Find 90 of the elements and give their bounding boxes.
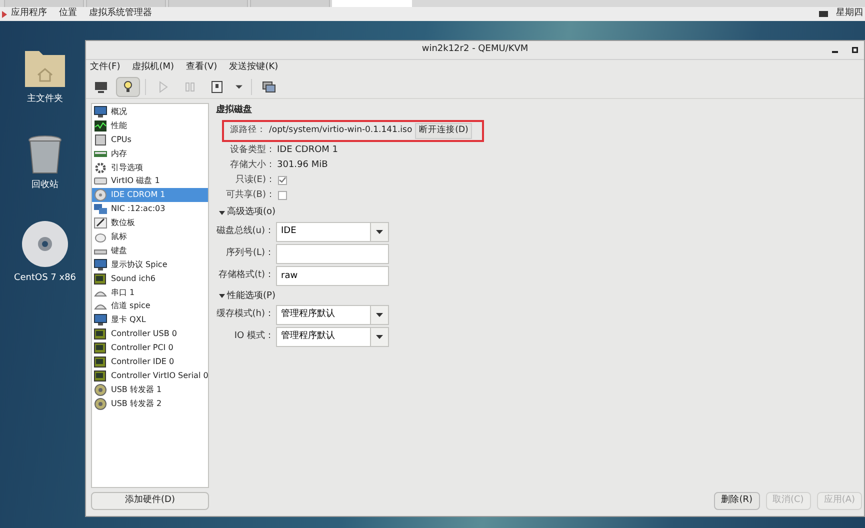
menu-item[interactable]: 虚拟机(M): [132, 60, 174, 74]
maximize-icon[interactable]: [852, 47, 858, 53]
card-icon: [94, 342, 107, 354]
field-label: IO 模式：: [233, 330, 275, 344]
field-label: 存储格式(t)：: [217, 268, 275, 282]
panel-menu[interactable]: 虚拟系统管理器: [89, 7, 152, 21]
disc-icon: [21, 220, 69, 268]
card-icon: [94, 272, 107, 285]
hardware-list-item[interactable]: VirtIO 磁盘 1: [92, 174, 208, 188]
dialog-button[interactable]: 删除(R): [714, 492, 760, 510]
hardware-list-item[interactable]: Controller VirtIO Serial 0: [92, 368, 208, 383]
input-field[interactable]: [276, 244, 389, 264]
card-icon: [94, 356, 107, 368]
desktop-icon-label[interactable]: 主文件夹: [27, 93, 63, 106]
monitor-icon: [94, 258, 107, 271]
hardware-list-item[interactable]: Controller PCI 0: [92, 341, 208, 356]
caret-icon: [219, 294, 225, 298]
check-icon: [279, 177, 286, 184]
hardware-list-item[interactable]: 信道 spice: [92, 299, 208, 314]
info-label: 设备类型：: [229, 144, 275, 156]
window-title: win2k12r2 - QEMU/KVM: [422, 43, 528, 56]
hardware-list-item[interactable]: 鼠标: [92, 230, 208, 244]
card-icon: [94, 370, 107, 382]
monitor-icon: [94, 314, 107, 326]
caret-icon: [376, 335, 383, 339]
info-value: IDE CDROM 1: [277, 144, 338, 156]
source-path-value: /opt/system/virtio-win-0.1.141.iso: [269, 124, 412, 137]
dropdown[interactable]: 管理程序默认: [276, 305, 389, 325]
mouse-icon: [94, 230, 107, 243]
dropdown[interactable]: IDE: [276, 222, 389, 242]
pause-icon: [183, 80, 197, 94]
hardware-list-item[interactable]: 显示协议 Spice: [92, 258, 208, 272]
menu-item[interactable]: 发送按键(K): [229, 60, 278, 74]
caret-icon: [376, 230, 383, 234]
disconnect-button[interactable]: 断开连接(D): [415, 122, 472, 138]
checkbox[interactable]: [278, 190, 287, 200]
panel-menu[interactable]: 位置: [59, 7, 77, 21]
apps-icon: [2, 10, 7, 18]
hardware-list-item[interactable]: CPUs: [92, 132, 208, 147]
checkbox[interactable]: [278, 176, 287, 185]
hardware-list-item[interactable]: Controller USB 0: [92, 327, 208, 342]
dropdown[interactable]: 管理程序默认: [276, 327, 389, 347]
hardware-list-item[interactable]: 显卡 QXL: [92, 313, 208, 328]
hardware-list-item[interactable]: 串口 1: [92, 286, 208, 300]
hardware-list-item[interactable]: 内存: [92, 146, 208, 161]
hardware-list-item[interactable]: Sound ich6: [92, 272, 208, 286]
field-label: 缓存模式(h)：: [216, 308, 275, 322]
hardware-list-item[interactable]: 引导选项: [92, 160, 208, 174]
disc-icon: [94, 189, 107, 202]
caret-icon: [376, 313, 383, 317]
menu-item[interactable]: 查看(V): [186, 60, 218, 74]
panel-menu[interactable]: 应用程序: [11, 7, 47, 21]
source-path-label: 源路径：: [230, 124, 266, 137]
monitor-icon: [94, 80, 108, 94]
info-value: 301.96 MiB: [277, 158, 328, 172]
section-heading: 虚拟磁盘: [216, 104, 253, 117]
hardware-list-item[interactable]: 性能: [92, 118, 208, 133]
expander[interactable]: 性能选项(P): [219, 290, 276, 303]
lightbulb-icon: [121, 80, 135, 94]
expander[interactable]: 高级选项(o): [219, 206, 276, 220]
field-label: 磁盘总线(u)：: [216, 224, 275, 238]
hardware-list-item[interactable]: 键盘: [92, 244, 208, 258]
usb-icon: [94, 384, 107, 396]
hardware-list-item[interactable]: Controller IDE 0: [92, 355, 208, 369]
usb-icon: [94, 398, 107, 410]
hardware-list-item[interactable]: 概况: [92, 105, 208, 119]
chip-icon: [94, 134, 107, 146]
panel-clock[interactable]: 星期四: [836, 7, 863, 21]
hardware-list-item[interactable]: USB 转发器 1: [92, 382, 208, 397]
trash-icon: [27, 134, 63, 174]
gear-icon: [94, 162, 107, 174]
toolbar-button[interactable]: [116, 76, 140, 96]
hardware-list-item[interactable]: 数位板: [92, 216, 208, 230]
hardware-list-item[interactable]: NIC :12:ac:03: [92, 202, 208, 216]
add-hardware-button[interactable]: 添加硬件(D): [91, 492, 209, 510]
menu-item[interactable]: 文件(F): [90, 60, 120, 74]
info-label: 存储大小：: [229, 158, 275, 172]
screens-icon: [262, 80, 276, 94]
input-field[interactable]: raw: [276, 266, 389, 286]
desktop-icon-label[interactable]: 回收站: [32, 178, 58, 192]
desktop-icon-label[interactable]: CentOS 7 x86: [14, 272, 76, 286]
checkbox-label: 可共享(B)：: [224, 188, 275, 202]
field-label: 序列号(L)：: [224, 246, 275, 260]
hardware-list-item[interactable]: USB 转发器 2: [92, 396, 208, 411]
checkbox-label: 只读(E)：: [234, 174, 275, 186]
card-icon: [94, 328, 107, 340]
chart-icon: [94, 120, 107, 132]
monitor-icon: [94, 106, 107, 118]
caret-icon: [219, 210, 225, 215]
tablet-icon: [94, 217, 107, 230]
